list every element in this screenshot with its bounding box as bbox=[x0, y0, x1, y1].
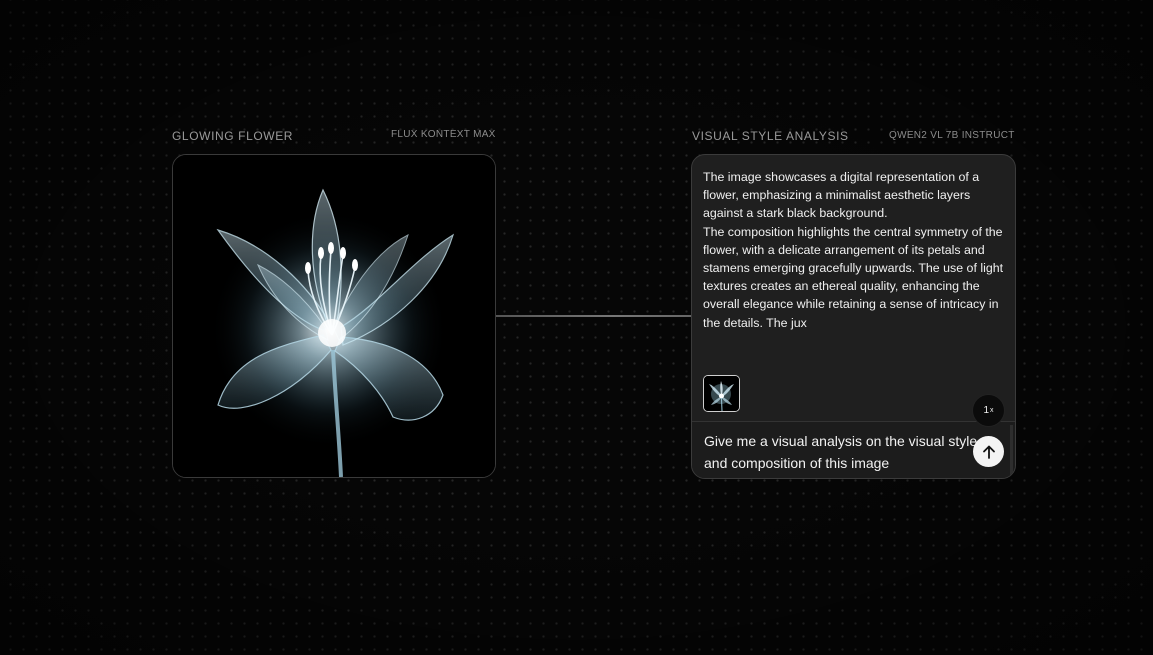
prompt-scrollbar[interactable] bbox=[1010, 425, 1013, 475]
analysis-node[interactable]: The image showcases a digital representa… bbox=[691, 154, 1016, 479]
image-node-title: GLOWING FLOWER bbox=[172, 129, 294, 143]
send-button[interactable] bbox=[973, 436, 1004, 467]
arrow-up-icon bbox=[982, 445, 995, 459]
flower-thumbnail-icon[interactable] bbox=[703, 375, 740, 412]
image-node[interactable] bbox=[172, 154, 496, 478]
image-node-model-label: FLUX KONTEXT MAX bbox=[391, 129, 496, 140]
node-connector bbox=[496, 315, 692, 317]
prompt-input[interactable]: Give me a visual analysis on the visual … bbox=[704, 430, 989, 474]
run-count-value: 1 bbox=[983, 405, 990, 416]
prompt-input-area[interactable]: Give me a visual analysis on the visual … bbox=[692, 421, 1015, 478]
response-paragraph-1: The image showcases a digital representa… bbox=[703, 170, 980, 221]
run-count-suffix: x bbox=[990, 407, 994, 414]
run-count-badge[interactable]: 1x bbox=[973, 395, 1004, 426]
response-paragraph-2: The composition highlights the central s… bbox=[703, 224, 1004, 330]
analysis-node-model-label: QWEN2 VL 7B INSTRUCT bbox=[889, 130, 1015, 141]
workflow-canvas[interactable]: GLOWING FLOWER FLUX KONTEXT MAX VISUAL S… bbox=[0, 0, 1153, 655]
xray-lily-flower-image bbox=[173, 155, 495, 477]
analysis-response: The image showcases a digital representa… bbox=[703, 168, 1005, 332]
analysis-node-title: VISUAL STYLE ANALYSIS bbox=[692, 129, 849, 143]
